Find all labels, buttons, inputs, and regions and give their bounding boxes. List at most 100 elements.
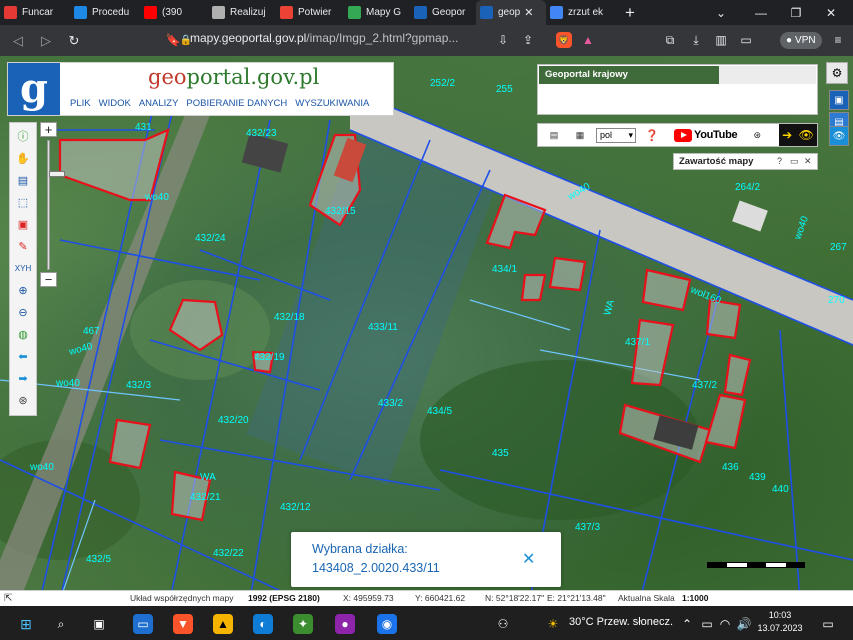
tab-title: (390 <box>162 7 183 18</box>
browser-tab[interactable]: Mapy G <box>344 0 410 25</box>
zoom-plus-button[interactable]: + <box>40 122 57 137</box>
globe-icon[interactable]: ◍ <box>14 325 32 343</box>
geoportal-title: geoportal.gov.pl <box>148 65 319 89</box>
chrome-icon[interactable]: ◉ <box>377 614 397 634</box>
map-contents-panel[interactable]: Zawartość mapy ? ▭ ✕ <box>673 153 818 170</box>
layer-button-1[interactable]: ▣ <box>829 90 849 110</box>
windows-start-icon[interactable]: ⊞ <box>16 614 36 634</box>
eye-view-icon[interactable]: 👁 <box>829 126 849 146</box>
help-icon[interactable]: ❓ <box>642 127 662 143</box>
brave-icon[interactable]: ▼ <box>173 614 193 634</box>
tab-search-icon[interactable]: ⌄ <box>705 0 737 25</box>
browser-tab[interactable]: zrzut ek <box>546 0 616 25</box>
info-icon[interactable]: ⓘ <box>14 127 32 145</box>
menu-icon[interactable]: ≡ <box>830 32 846 48</box>
select-area-icon[interactable]: ▣ <box>14 215 32 233</box>
notifications-icon[interactable]: ▭ <box>818 614 838 634</box>
app-icon-1[interactable]: ▭ <box>133 614 153 634</box>
volume-icon[interactable]: 🔊 <box>734 614 754 634</box>
zoom-out-icon[interactable]: ⊖ <box>14 303 32 321</box>
app-icon-5[interactable]: ✦ <box>293 614 313 634</box>
app-icon-6[interactable]: ● <box>335 614 355 634</box>
contents-label: Zawartość mapy <box>679 156 754 167</box>
select-icon[interactable]: ⬚ <box>14 193 32 211</box>
status-pin-icon[interactable]: ⇱ <box>4 593 12 604</box>
close-tab-icon[interactable]: ✕ <box>524 6 533 19</box>
search-icon[interactable]: ⌕ <box>51 614 71 634</box>
grid-icon[interactable]: ▦ <box>570 127 590 143</box>
browser-tab[interactable]: Realizuj <box>208 0 276 25</box>
network-icon[interactable]: ▭ <box>697 614 717 634</box>
people-icon[interactable]: ⚇ <box>493 614 513 634</box>
browser-tab[interactable]: geop ✕ <box>476 0 546 25</box>
menu-plik[interactable]: PLIK <box>70 98 91 109</box>
scale-bar <box>707 562 805 568</box>
browser-tab[interactable]: Geopor <box>410 0 476 25</box>
close-window-icon[interactable]: ✕ <box>815 0 847 25</box>
browser-tab[interactable]: Procedu <box>70 0 140 25</box>
brave-rewards-icon[interactable]: ▲ <box>580 32 596 48</box>
coord-n: N: 52°18'22.17" <box>485 593 545 603</box>
document-icon[interactable]: ▤ <box>544 127 564 143</box>
zoom-track[interactable] <box>47 140 65 270</box>
geoportal-krajowy-panel[interactable]: Geoportal krajowy <box>537 64 818 115</box>
app-icon-3[interactable]: ▲ <box>213 614 233 634</box>
back-icon[interactable]: ◁ <box>4 33 32 49</box>
menu-pobieranie-danych[interactable]: POBIERANIE DANYCH <box>186 98 287 109</box>
browser-tab[interactable]: (390 <box>140 0 208 25</box>
next-view-icon[interactable]: ➡ <box>14 369 32 387</box>
draw-icon[interactable]: ✎ <box>14 237 32 255</box>
edge-icon[interactable]: ◐ <box>253 614 273 634</box>
downloads-icon[interactable]: ⤓ <box>688 32 704 48</box>
zoom-in-icon[interactable]: ⊕ <box>14 281 32 299</box>
properties-icon[interactable]: ▤ <box>14 171 32 189</box>
accessibility-icon[interactable]: ⊛ <box>747 127 767 143</box>
navigation-icon[interactable]: ⊛ <box>14 391 32 409</box>
zoom-knob[interactable] <box>49 171 65 177</box>
extensions-icon[interactable]: ⧉ <box>662 32 678 48</box>
sidebar-icon[interactable]: ▥ <box>713 32 729 48</box>
forward-icon[interactable]: ▷ <box>32 33 60 49</box>
zoom-slider[interactable]: + − <box>40 122 65 287</box>
overview-map[interactable] <box>719 66 816 84</box>
geoportal-logo-icon[interactable]: g <box>8 63 60 115</box>
menu-analizy[interactable]: ANALIZY <box>139 98 179 109</box>
reload-icon[interactable]: ↻ <box>60 33 88 49</box>
wifi-icon[interactable]: ◠ <box>715 614 735 634</box>
youtube-link[interactable]: YouTube <box>674 128 738 142</box>
minimize-icon[interactable]: — <box>745 0 777 25</box>
tab-title: Potwier <box>298 7 332 18</box>
menu-wyszukiwania[interactable]: WYSZUKIWANIA <box>295 98 369 109</box>
menu-widok[interactable]: WIDOK <box>99 98 131 109</box>
browser-tab[interactable]: Funcar <box>0 0 70 25</box>
settings-gear-icon[interactable]: ⚙ <box>826 62 848 84</box>
xyh-icon[interactable]: XYH <box>14 259 32 277</box>
new-tab-button[interactable]: + <box>616 3 644 23</box>
brave-shields-icon[interactable]: 🦁 <box>556 32 572 48</box>
popup-close-icon[interactable]: ✕ <box>522 549 535 569</box>
maximize-icon[interactable]: ❐ <box>780 0 812 25</box>
zoom-minus-button[interactable]: − <box>40 272 57 287</box>
install-icon[interactable]: ⇩ <box>495 32 511 48</box>
parcel-label: 432/18 <box>274 312 305 323</box>
share-icon[interactable]: ⇪ <box>520 32 536 48</box>
wallet-icon[interactable]: ▭ <box>738 32 754 48</box>
language-select[interactable]: pol <box>596 127 636 143</box>
task-view-icon[interactable]: ▣ <box>89 614 109 634</box>
previous-view-icon[interactable]: ⬅ <box>14 347 32 365</box>
google-icon <box>550 6 563 19</box>
contents-help[interactable]: ? <box>777 156 782 166</box>
address-bar[interactable]: mapy.geoportal.gov.pl/imap/Imgp_2.html?g… <box>190 31 458 45</box>
vpn-button[interactable]: ● VPN <box>780 32 822 49</box>
clock-time: 10:03 <box>768 610 792 620</box>
hand-pan-icon[interactable]: ✋ <box>14 149 32 167</box>
contrast-toggle[interactable]: ➔ 👁 <box>779 124 817 146</box>
parcel-label: 437/3 <box>575 522 600 533</box>
contents-close-icon[interactable]: ✕ <box>804 156 812 167</box>
weather-text: 30°C Przew. słonecz. <box>569 616 674 628</box>
tray-chevron-icon[interactable]: ⌃ <box>677 614 697 634</box>
browser-tab[interactable]: Potwier <box>276 0 344 25</box>
parcel-label: 431 <box>135 122 152 133</box>
clock[interactable]: 10:03 13.07.2023 <box>755 609 805 635</box>
contents-restore-icon[interactable]: ▭ <box>790 156 799 167</box>
